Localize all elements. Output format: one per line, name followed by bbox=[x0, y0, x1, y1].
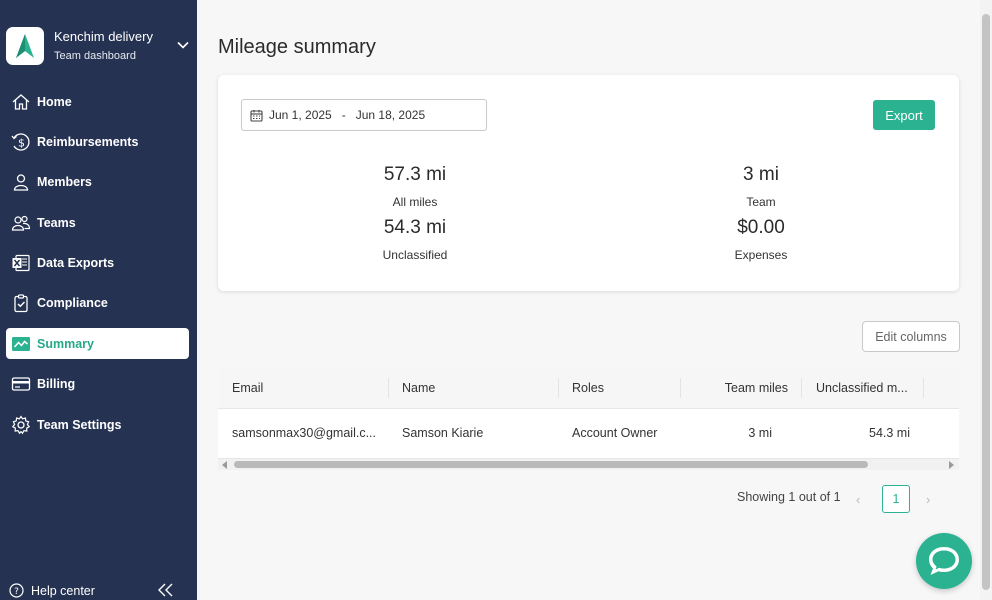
sidebar-item-reimbursements[interactable]: $ Reimbursements bbox=[6, 126, 189, 157]
scrollbar-thumb[interactable] bbox=[234, 461, 868, 468]
date-start: Jun 1, 2025 bbox=[269, 108, 332, 122]
stat-unclassified: 54.3 mi Unclassified bbox=[315, 217, 515, 262]
date-range-picker[interactable]: Jun 1, 2025 - Jun 18, 2025 bbox=[241, 99, 487, 131]
cell-email: samsonmax30@gmail.c... bbox=[232, 426, 376, 440]
dollar-icon: $ bbox=[11, 132, 31, 152]
sidebar-item-teams[interactable]: Teams bbox=[6, 207, 189, 238]
page-number-button[interactable]: 1 bbox=[882, 485, 910, 513]
svg-text:$: $ bbox=[18, 136, 25, 149]
sidebar-item-summary[interactable]: Summary bbox=[6, 328, 189, 360]
scroll-left-icon[interactable] bbox=[222, 461, 227, 469]
people-icon bbox=[11, 213, 31, 233]
sidebar-item-label: Home bbox=[37, 94, 72, 109]
svg-text:?: ? bbox=[14, 587, 19, 597]
stat-value: 3 mi bbox=[743, 164, 779, 185]
collapse-sidebar-icon[interactable] bbox=[157, 582, 175, 598]
sidebar: Kenchim delivery Team dashboard Home $ R… bbox=[0, 0, 197, 600]
stat-team: 3 mi Team bbox=[661, 164, 861, 209]
scroll-right-icon[interactable] bbox=[949, 461, 954, 469]
stat-label: Unclassified bbox=[382, 248, 448, 262]
members-table: Email Name Roles Team miles Unclassified… bbox=[218, 367, 959, 470]
table-row[interactable]: samsonmax30@gmail.c... Samson Kiarie Acc… bbox=[218, 410, 959, 456]
team-switcher[interactable]: Kenchim delivery Team dashboard bbox=[6, 26, 196, 66]
edit-columns-button[interactable]: Edit columns bbox=[862, 321, 960, 352]
sidebar-item-team-settings[interactable]: Team Settings bbox=[6, 409, 189, 440]
date-separator: - bbox=[341, 108, 346, 122]
scrollbar-thumb[interactable] bbox=[982, 14, 990, 590]
sidebar-item-label: Teams bbox=[37, 215, 76, 230]
column-header-email[interactable]: Email bbox=[232, 367, 263, 409]
column-header-team-miles[interactable]: Team miles bbox=[680, 367, 788, 409]
stat-value: $0.00 bbox=[737, 217, 785, 238]
chat-bubble-icon bbox=[929, 547, 959, 575]
calendar-icon bbox=[250, 109, 263, 122]
export-button[interactable]: Export bbox=[873, 100, 935, 130]
chart-line-icon bbox=[11, 334, 31, 354]
summary-card: Jun 1, 2025 - Jun 18, 2025 Export 57.3 m… bbox=[218, 75, 959, 291]
stat-value: 57.3 mi bbox=[383, 164, 447, 185]
cell-role: Account Owner bbox=[572, 426, 658, 440]
horizontal-scrollbar[interactable] bbox=[218, 458, 959, 470]
sidebar-item-label: Data Exports bbox=[37, 256, 115, 271]
next-page-button[interactable]: › bbox=[926, 492, 930, 507]
sidebar-item-compliance[interactable]: Compliance bbox=[6, 288, 189, 319]
stat-value: 54.3 mi bbox=[383, 217, 447, 238]
sidebar-item-label: Billing bbox=[37, 377, 76, 392]
person-icon bbox=[11, 172, 31, 192]
stat-label: Team bbox=[746, 195, 776, 209]
home-icon bbox=[11, 92, 31, 112]
chat-button[interactable] bbox=[916, 533, 972, 589]
sidebar-nav: Home $ Reimbursements Members Teams Data… bbox=[6, 86, 189, 450]
clipboard-check-icon bbox=[11, 293, 31, 313]
sidebar-item-label: Team Settings bbox=[37, 417, 122, 432]
sidebar-item-billing[interactable]: Billing bbox=[6, 369, 189, 400]
stat-label: All miles bbox=[392, 195, 438, 209]
date-end: Jun 18, 2025 bbox=[355, 108, 426, 122]
cell-name: Samson Kiarie bbox=[402, 426, 484, 440]
sidebar-item-label: Compliance bbox=[37, 296, 108, 311]
team-subtitle: Team dashboard bbox=[54, 49, 136, 62]
table-header: Email Name Roles Team miles Unclassified… bbox=[218, 367, 959, 409]
help-center-link[interactable]: ? Help center bbox=[9, 583, 95, 598]
sidebar-item-members[interactable]: Members bbox=[6, 167, 189, 198]
cell-team-miles: 3 mi bbox=[748, 426, 772, 440]
credit-card-icon bbox=[11, 374, 31, 394]
stat-expenses: $0.00 Expenses bbox=[661, 217, 861, 262]
cell-unclassified: 54.3 mi bbox=[869, 426, 910, 440]
excel-icon bbox=[11, 253, 31, 273]
app-logo bbox=[6, 27, 44, 65]
column-header-roles[interactable]: Roles bbox=[572, 367, 604, 409]
chevron-down-icon[interactable] bbox=[176, 38, 190, 52]
vertical-scrollbar[interactable] bbox=[980, 0, 992, 600]
stat-all-miles: 57.3 mi All miles bbox=[315, 164, 515, 209]
help-center-label: Help center bbox=[31, 583, 95, 598]
sidebar-item-home[interactable]: Home bbox=[6, 86, 189, 117]
question-circle-icon: ? bbox=[9, 583, 24, 598]
gear-icon bbox=[11, 415, 31, 435]
sidebar-item-label: Members bbox=[37, 175, 92, 190]
page-title: Mileage summary bbox=[218, 36, 376, 58]
team-name: Kenchim delivery bbox=[54, 28, 153, 44]
sidebar-item-label: Summary bbox=[37, 336, 94, 351]
pagination-summary: Showing 1 out of 1 bbox=[737, 490, 841, 504]
sidebar-item-label: Reimbursements bbox=[37, 134, 139, 149]
sidebar-item-data-exports[interactable]: Data Exports bbox=[6, 248, 189, 279]
prev-page-button[interactable]: ‹ bbox=[856, 492, 860, 507]
column-header-unclassified[interactable]: Unclassified m... bbox=[816, 367, 908, 409]
stat-label: Expenses bbox=[734, 248, 788, 262]
column-header-name[interactable]: Name bbox=[402, 367, 435, 409]
